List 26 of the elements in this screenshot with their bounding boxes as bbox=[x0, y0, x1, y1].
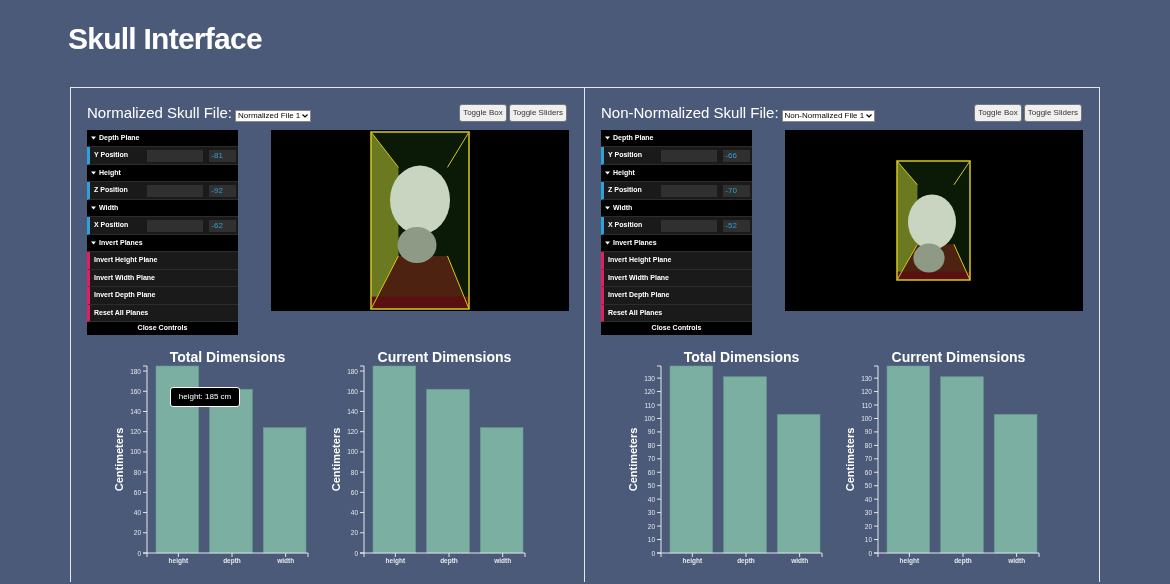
chart-title: Total Dimensions bbox=[683, 349, 800, 365]
number-field[interactable]: -52 bbox=[723, 219, 750, 232]
chevron-icon bbox=[302, 114, 309, 118]
panel-title: Normalized Skull File: bbox=[87, 103, 233, 123]
number-field[interactable]: -92 bbox=[209, 184, 236, 197]
chevron-icon bbox=[866, 114, 873, 118]
chart-title: Current Dimensions bbox=[377, 349, 512, 365]
toolbar-button[interactable]: Toggle Sliders bbox=[1023, 104, 1082, 122]
page-title: Skull Interface bbox=[68, 21, 262, 57]
axis-title: Centimeters bbox=[113, 427, 125, 492]
axis-title: Centimeters bbox=[844, 427, 856, 492]
axis-title: Centimeters bbox=[627, 427, 639, 492]
file-select[interactable]: Normalized File 1 bbox=[235, 110, 312, 122]
number-field[interactable]: -62 bbox=[209, 219, 236, 232]
toolbar-button[interactable]: Toggle Box bbox=[459, 104, 507, 122]
tooltip: height: 185 cm bbox=[170, 387, 240, 407]
chart-title: Current Dimensions bbox=[891, 349, 1026, 365]
axis-title: Centimeters bbox=[330, 427, 342, 492]
file-select[interactable]: Non-Normalized File 1 bbox=[781, 110, 876, 122]
toolbar-button[interactable]: Toggle Box bbox=[974, 104, 1022, 122]
number-field[interactable]: -70 bbox=[723, 184, 750, 197]
number-field[interactable]: -81 bbox=[209, 149, 236, 162]
toolbar-button[interactable]: Toggle Sliders bbox=[508, 104, 567, 122]
number-field[interactable]: -66 bbox=[723, 149, 750, 162]
panel-title: Non-Normalized Skull File: bbox=[601, 103, 779, 123]
chart-title: Total Dimensions bbox=[169, 349, 286, 365]
